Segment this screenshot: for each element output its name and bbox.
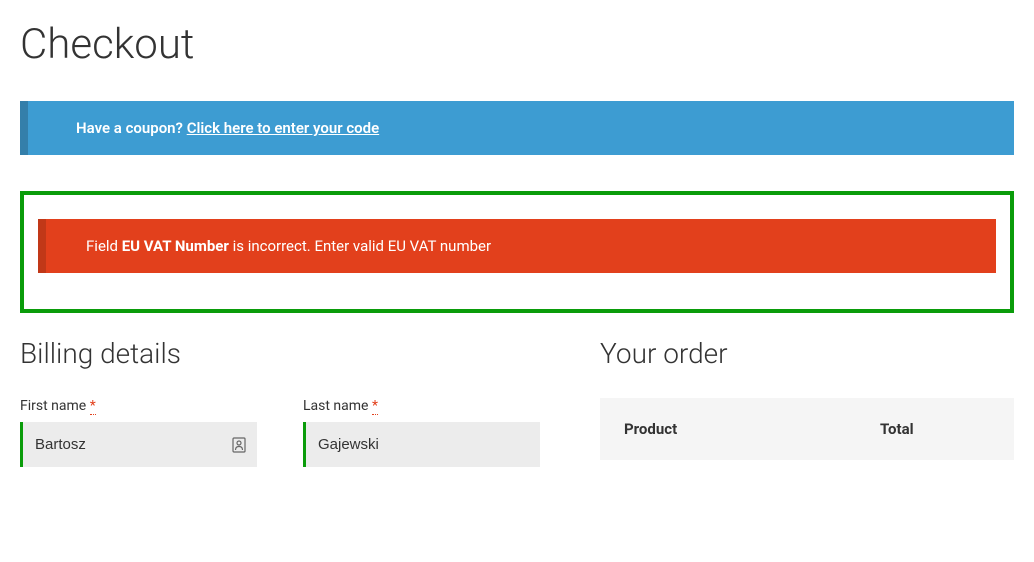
billing-title: Billing details [20, 337, 540, 370]
last-name-group: Last name * [303, 398, 540, 467]
error-field-name: EU VAT Number [122, 237, 229, 255]
order-title: Your order [600, 337, 1014, 370]
order-table: Product Total [600, 398, 1014, 460]
order-header-product: Product [624, 420, 880, 438]
last-name-label-text: Last name [303, 398, 368, 414]
error-highlight-box: Field EU VAT Number is incorrect. Enter … [20, 191, 1014, 313]
first-name-label-text: First name [20, 398, 86, 414]
error-prefix: Field [86, 237, 122, 255]
last-name-field[interactable] [306, 422, 540, 467]
first-name-label: First name * [20, 398, 257, 414]
error-notice: Field EU VAT Number is incorrect. Enter … [38, 219, 996, 273]
page-title: Checkout [20, 20, 1014, 69]
first-name-field[interactable] [23, 422, 257, 467]
coupon-prompt: Have a coupon? [76, 119, 183, 137]
first-name-group: First name * [20, 398, 257, 467]
coupon-notice: Have a coupon? Click here to enter your … [20, 101, 1014, 155]
error-message: is incorrect. Enter valid EU VAT number [229, 237, 491, 255]
coupon-link[interactable]: Click here to enter your code [187, 119, 379, 137]
last-name-label: Last name * [303, 398, 540, 414]
required-asterisk: * [90, 398, 96, 415]
order-header-row: Product Total [624, 420, 990, 438]
required-asterisk: * [372, 398, 378, 415]
autofill-icon[interactable] [231, 437, 247, 453]
order-header-total: Total [880, 420, 990, 438]
